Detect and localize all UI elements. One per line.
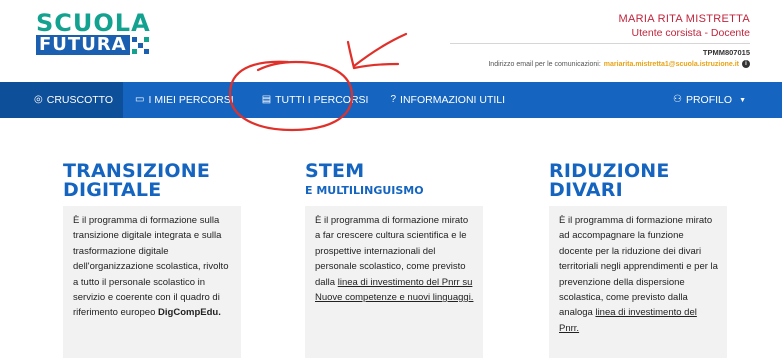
card-stem-multilinguismo[interactable]: STEM E MULTILINGUISMO È il programma di … bbox=[305, 160, 483, 358]
card-description: È il programma di formazione mirato ad a… bbox=[559, 213, 719, 336]
card-description: È il programma di formazione sulla trans… bbox=[73, 213, 233, 321]
card-title-line2: DIVARI bbox=[549, 179, 623, 201]
user-icon: ⚇ bbox=[673, 94, 682, 105]
info-icon[interactable]: i bbox=[742, 60, 750, 68]
card-description-bold: DigCompEdu. bbox=[158, 307, 221, 319]
card-description-text: È il programma di formazione sulla trans… bbox=[73, 215, 229, 319]
nav-item-miei-percorsi[interactable]: ▭ I MIEI PERCORSI bbox=[129, 82, 240, 118]
question-icon: ? bbox=[390, 94, 397, 105]
profile-label: PROFILO bbox=[685, 94, 733, 106]
monitor-icon: ▭ bbox=[135, 94, 145, 105]
logo-pixel-icon bbox=[131, 36, 149, 54]
email-address: mariarita.mistretta1@scuola.istruzione.i… bbox=[603, 60, 739, 68]
email-info: Indirizzo email per le comunicazioni: ma… bbox=[488, 60, 750, 68]
user-info: MARIA RITA MISTRETTA Utente corsista - D… bbox=[619, 13, 751, 39]
card-title-line2: DIGITALE bbox=[63, 179, 162, 201]
user-role: Utente corsista - Docente bbox=[631, 27, 750, 39]
caret-down-icon: ▼ bbox=[739, 96, 746, 104]
dashboard-icon: ◎ bbox=[34, 94, 43, 105]
logo-text-futura: FUTURA bbox=[36, 35, 130, 55]
nav-item-informazioni-utili[interactable]: ? INFORMAZIONI UTILI bbox=[384, 82, 511, 118]
card-title: RIDUZIONE DIVARI bbox=[549, 162, 727, 200]
user-name: MARIA RITA MISTRETTA bbox=[618, 13, 750, 25]
header-divider bbox=[450, 43, 750, 44]
profile-menu[interactable]: ⚇ PROFILO ▼ bbox=[667, 82, 782, 118]
nav-item-cruscotto[interactable]: ◎ CRUSCOTTO bbox=[0, 82, 124, 118]
card-title: STEM bbox=[305, 160, 365, 182]
card-title: TRANSIZIONE DIGITALE bbox=[63, 162, 241, 200]
logo-text-futura-row: FUTURA bbox=[36, 35, 149, 55]
nav-item-label: I MIEI PERCORSI bbox=[148, 94, 234, 106]
nav-item-label: CRUSCOTTO bbox=[46, 94, 114, 106]
card-transizione-digitale[interactable]: TRANSIZIONE DIGITALE È il programma di f… bbox=[63, 162, 241, 358]
email-label: Indirizzo email per le comunicazioni: bbox=[488, 60, 601, 68]
card-description-text: È il programma di formazione mirato ad a… bbox=[559, 215, 718, 319]
logo-text-scuola: SCUOLA bbox=[36, 9, 151, 37]
card-description: È il programma di formazione mirato a fa… bbox=[315, 213, 475, 305]
scuola-futura-logo[interactable]: SCUOLA FUTURA bbox=[36, 11, 160, 57]
card-subtitle: E MULTILINGUISMO bbox=[305, 184, 424, 197]
card-link-pnrr-stem[interactable]: linea di investimento del Pnrr su Nuove … bbox=[315, 277, 473, 303]
nav-item-label: INFORMAZIONI UTILI bbox=[400, 94, 506, 106]
card-riduzione-divari[interactable]: RIDUZIONE DIVARI È il programma di forma… bbox=[549, 162, 727, 358]
main-navbar: ◎ CRUSCOTTO ▭ I MIEI PERCORSI ▤ TUTTI I … bbox=[0, 82, 782, 118]
red-circle-annotation bbox=[228, 60, 354, 132]
page: SCUOLA FUTURA MARIA RITA MISTRETTA Utent… bbox=[0, 0, 782, 358]
school-code: TPMM807015 bbox=[702, 48, 750, 57]
